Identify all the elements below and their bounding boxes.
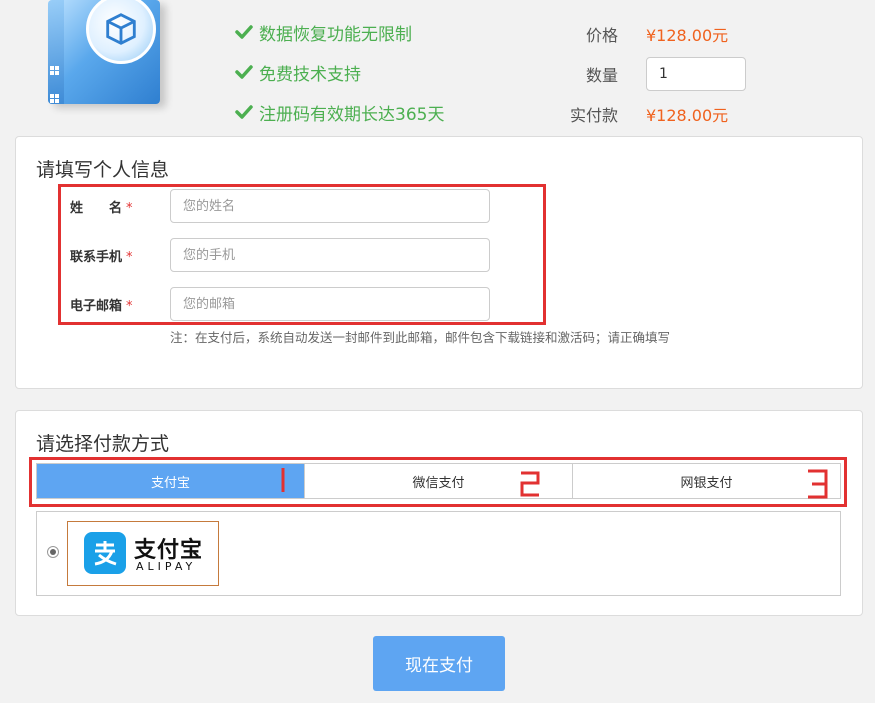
check-icon <box>235 105 253 119</box>
payment-method-title: 请选择付款方式 <box>36 433 170 455</box>
feature-list: 数据恢复功能无限制 免费技术支持 注册码有效期长达365天 <box>235 12 444 132</box>
feature-text: 免费技术支持 <box>259 64 361 85</box>
alipay-brand-subtext: ALIPAY <box>136 560 197 573</box>
quantity-input[interactable] <box>646 57 746 91</box>
price-label: 价格 <box>585 26 618 45</box>
feature-text: 数据恢复功能无限制 <box>259 24 412 45</box>
feature-text: 注册码有效期长达365天 <box>259 104 445 125</box>
total-value: ¥128.00元 <box>646 106 729 125</box>
feature-item: 数据恢复功能无限制 <box>235 12 444 52</box>
personal-info-title: 请填写个人信息 <box>36 159 170 181</box>
alipay-option-card[interactable]: 支付宝 ALIPAY <box>67 521 219 586</box>
annotation-box-tabs <box>29 457 847 507</box>
total-label: 实付款 <box>569 106 618 125</box>
feature-item: 注册码有效期长达365天 <box>235 92 444 132</box>
feature-item: 免费技术支持 <box>235 52 444 92</box>
annotation-mark-1 <box>281 468 285 492</box>
email-note: 注：在支付后，系统自动发送一封邮件到此邮箱，邮件包含下载链接和激活码；请正确填写 <box>170 330 671 345</box>
annotation-box-form <box>58 184 546 325</box>
windows-logo-icon <box>50 66 60 76</box>
pay-now-button[interactable]: 现在支付 <box>373 636 505 691</box>
alipay-radio[interactable] <box>47 546 59 558</box>
annotation-mark-3 <box>808 469 828 499</box>
windows-logo-icon <box>50 94 60 104</box>
alipay-logo-icon <box>84 532 126 574</box>
check-icon <box>235 65 253 79</box>
payment-options: 支付宝 ALIPAY <box>36 511 841 596</box>
product-box-image <box>40 0 174 108</box>
price-value: ¥128.00元 <box>646 26 729 45</box>
price-summary: 价格 ¥128.00元 数量 实付款 ¥128.00元 <box>560 14 746 134</box>
annotation-mark-2 <box>520 471 540 497</box>
payment-method-panel: 请选择付款方式 支付宝 微信支付 网银支付 支付宝 ALIPAY <box>15 410 863 616</box>
quantity-label: 数量 <box>585 66 618 85</box>
check-icon <box>235 25 253 39</box>
